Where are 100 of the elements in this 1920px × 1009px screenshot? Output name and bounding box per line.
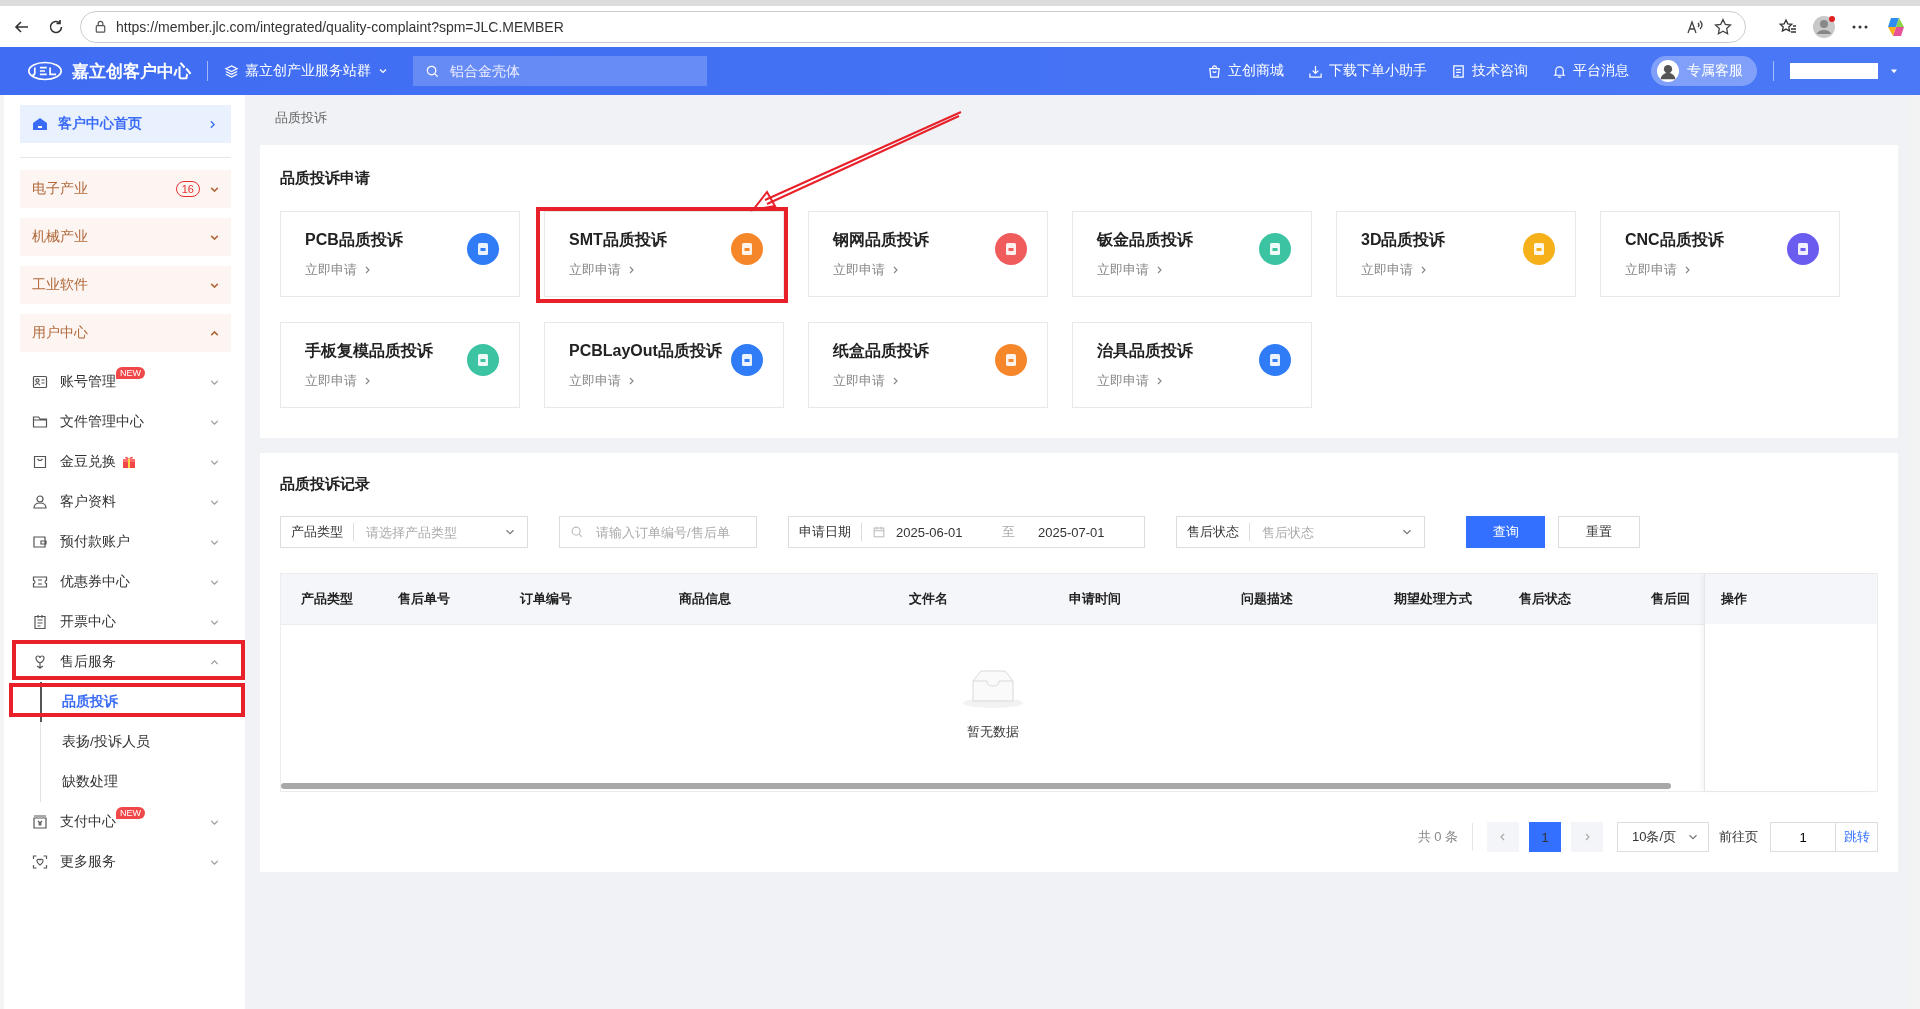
person-icon xyxy=(32,494,48,510)
download-icon xyxy=(1308,63,1323,79)
url-text: https://member.jlc.com/integrated/quality-complaint?spm=JLC.MEMBER xyxy=(116,18,564,35)
field-label: 产品类型 xyxy=(291,523,354,541)
complaint-card[interactable]: SMT品质投诉 立即申请 xyxy=(544,211,784,297)
menu-item[interactable]: 售后服务 xyxy=(20,642,231,682)
menu-item[interactable]: 账号管理 NEW xyxy=(20,362,231,402)
query-button[interactable]: 查询 xyxy=(1466,516,1545,548)
empty-inbox-icon xyxy=(960,667,1025,709)
date-range-field[interactable]: 申请日期 2025-06-01 至 2025-07-01 xyxy=(788,516,1145,548)
apply-link[interactable]: 立即申请 xyxy=(569,371,731,390)
menu-item[interactable]: 支付中心 NEW xyxy=(20,802,231,842)
end-date: 2025-07-01 xyxy=(1038,524,1106,540)
apply-link[interactable]: 立即申请 xyxy=(833,371,995,390)
apply-link[interactable]: 立即申请 xyxy=(569,260,731,279)
empty-state-text: 暂无数据 xyxy=(966,723,1019,741)
apply-link[interactable]: 立即申请 xyxy=(1361,260,1523,279)
complaint-card[interactable]: 治具品质投诉 立即申请 xyxy=(1072,322,1312,408)
home-menu-item[interactable]: 客户中心首页 xyxy=(20,105,231,143)
card-title: 纸盒品质投诉 xyxy=(833,340,930,361)
nav-link[interactable]: 下载下单小助手 xyxy=(1308,62,1427,80)
range-separator: 至 xyxy=(1001,523,1016,541)
menu-item[interactable]: 更多服务 xyxy=(20,842,231,882)
card-title: CNC品质投诉 xyxy=(1625,229,1725,250)
site-group-menu[interactable]: 嘉立创产业服务站群 xyxy=(224,62,389,80)
apply-link[interactable]: 立即申请 xyxy=(1097,260,1259,279)
reset-button[interactable]: 重置 xyxy=(1558,516,1640,548)
id-card-icon xyxy=(32,374,48,390)
layers-icon xyxy=(224,63,239,79)
gift-icon xyxy=(122,455,136,469)
status-select[interactable]: 售后状态 售后状态 xyxy=(1176,516,1425,548)
section-title: 品质投诉申请 xyxy=(280,168,371,188)
complaint-card[interactable]: 3D品质投诉 立即申请 xyxy=(1336,211,1576,297)
field-label: 申请日期 xyxy=(799,523,862,541)
column-header: 售后回 xyxy=(1650,590,1691,608)
search-input[interactable]: 铝合金壳体 xyxy=(448,62,695,80)
menu-item[interactable]: 优惠券中心 xyxy=(20,562,231,602)
breadcrumb: 品质投诉 xyxy=(274,109,328,127)
nav-link[interactable]: 技术咨询 xyxy=(1451,62,1528,80)
new-tag: NEW xyxy=(116,807,145,819)
card-title: SMT品质投诉 xyxy=(569,229,668,250)
column-header: 售后状态 xyxy=(1518,590,1572,608)
column-header: 售后单号 xyxy=(397,590,451,608)
calendar-icon xyxy=(872,525,886,539)
lock-icon xyxy=(93,19,108,34)
column-header: 商品信息 xyxy=(678,590,732,608)
wallet-icon xyxy=(32,534,48,550)
menu-item[interactable]: 预付款账户 xyxy=(20,522,231,562)
folder-icon xyxy=(32,414,48,430)
category-menu-item[interactable]: 用户中心 xyxy=(20,314,231,352)
search-icon xyxy=(570,525,584,539)
complaint-card[interactable]: 钢网品质投诉 立即申请 xyxy=(808,211,1048,297)
order-search-field[interactable]: 请输入订单编号/售后单 xyxy=(559,516,757,548)
page-jump-field[interactable]: 1 跳转 xyxy=(1770,822,1878,852)
apply-link[interactable]: 立即申请 xyxy=(1097,371,1259,390)
nav-link[interactable]: 立创商城 xyxy=(1207,62,1284,80)
card-title: 手板复模品质投诉 xyxy=(305,340,434,361)
card-title: 治具品质投诉 xyxy=(1097,340,1194,361)
submenu-item[interactable]: 表扬/投诉人员 xyxy=(40,722,231,762)
page-size-value: 10条/页 xyxy=(1632,828,1677,846)
document-icon xyxy=(1451,63,1466,79)
search-icon xyxy=(425,63,440,79)
complaint-card[interactable]: PCBLayOut品质投诉 立即申请 xyxy=(544,322,784,408)
avatar-icon xyxy=(1657,60,1679,82)
complaint-card[interactable]: 纸盒品质投诉 立即申请 xyxy=(808,322,1048,408)
apply-link[interactable]: 立即申请 xyxy=(1625,260,1787,279)
horizontal-scrollbar[interactable] xyxy=(281,783,1671,789)
field-label: 售后状态 xyxy=(1187,523,1250,541)
column-header: 申请时间 xyxy=(1068,590,1122,608)
apply-link[interactable]: 立即申请 xyxy=(305,260,467,279)
column-header: 操作 xyxy=(1705,574,1877,624)
scan-heart-icon xyxy=(32,854,48,870)
star-icon[interactable] xyxy=(1713,16,1733,37)
search-field[interactable]: 铝合金壳体 xyxy=(413,56,707,86)
goto-label: 前往页 xyxy=(1719,828,1758,846)
submenu-item[interactable]: 品质投诉 xyxy=(40,682,231,722)
clipboard-icon xyxy=(32,614,48,630)
category-menu-item[interactable]: 机械产业 xyxy=(20,218,231,256)
menu-item[interactable]: 文件管理中心 xyxy=(20,402,231,442)
category-menu-item[interactable]: 电子产业 16 xyxy=(20,170,231,208)
apply-link[interactable]: 立即申请 xyxy=(305,371,467,390)
complaint-card[interactable]: PCB品质投诉 立即申请 xyxy=(280,211,520,297)
complaint-card[interactable]: 钣金品质投诉 立即申请 xyxy=(1072,211,1312,297)
logo-icon xyxy=(28,60,62,82)
complaint-card[interactable]: 手板复模品质投诉 立即申请 xyxy=(280,322,520,408)
card-title: PCB品质投诉 xyxy=(305,229,404,250)
menu-item[interactable]: 金豆兑换 xyxy=(20,442,231,482)
bell-icon xyxy=(1552,63,1567,79)
page-size-select[interactable]: 10条/页 xyxy=(1617,822,1709,852)
column-header: 订单编号 xyxy=(519,590,573,608)
house-icon xyxy=(32,116,48,132)
complaint-card[interactable]: CNC品质投诉 立即申请 xyxy=(1600,211,1840,297)
product-type-select[interactable]: 产品类型 请选择产品类型 xyxy=(280,516,528,548)
menu-item[interactable]: 客户资料 xyxy=(20,482,231,522)
menu-item[interactable]: 开票中心 xyxy=(20,602,231,642)
submenu-item[interactable]: 缺数处理 xyxy=(40,762,231,802)
profile-avatar-icon[interactable] xyxy=(1812,14,1836,39)
nav-link[interactable]: 平台消息 xyxy=(1552,62,1629,80)
apply-link[interactable]: 立即申请 xyxy=(833,260,995,279)
category-menu-item[interactable]: 工业软件 xyxy=(20,266,231,304)
